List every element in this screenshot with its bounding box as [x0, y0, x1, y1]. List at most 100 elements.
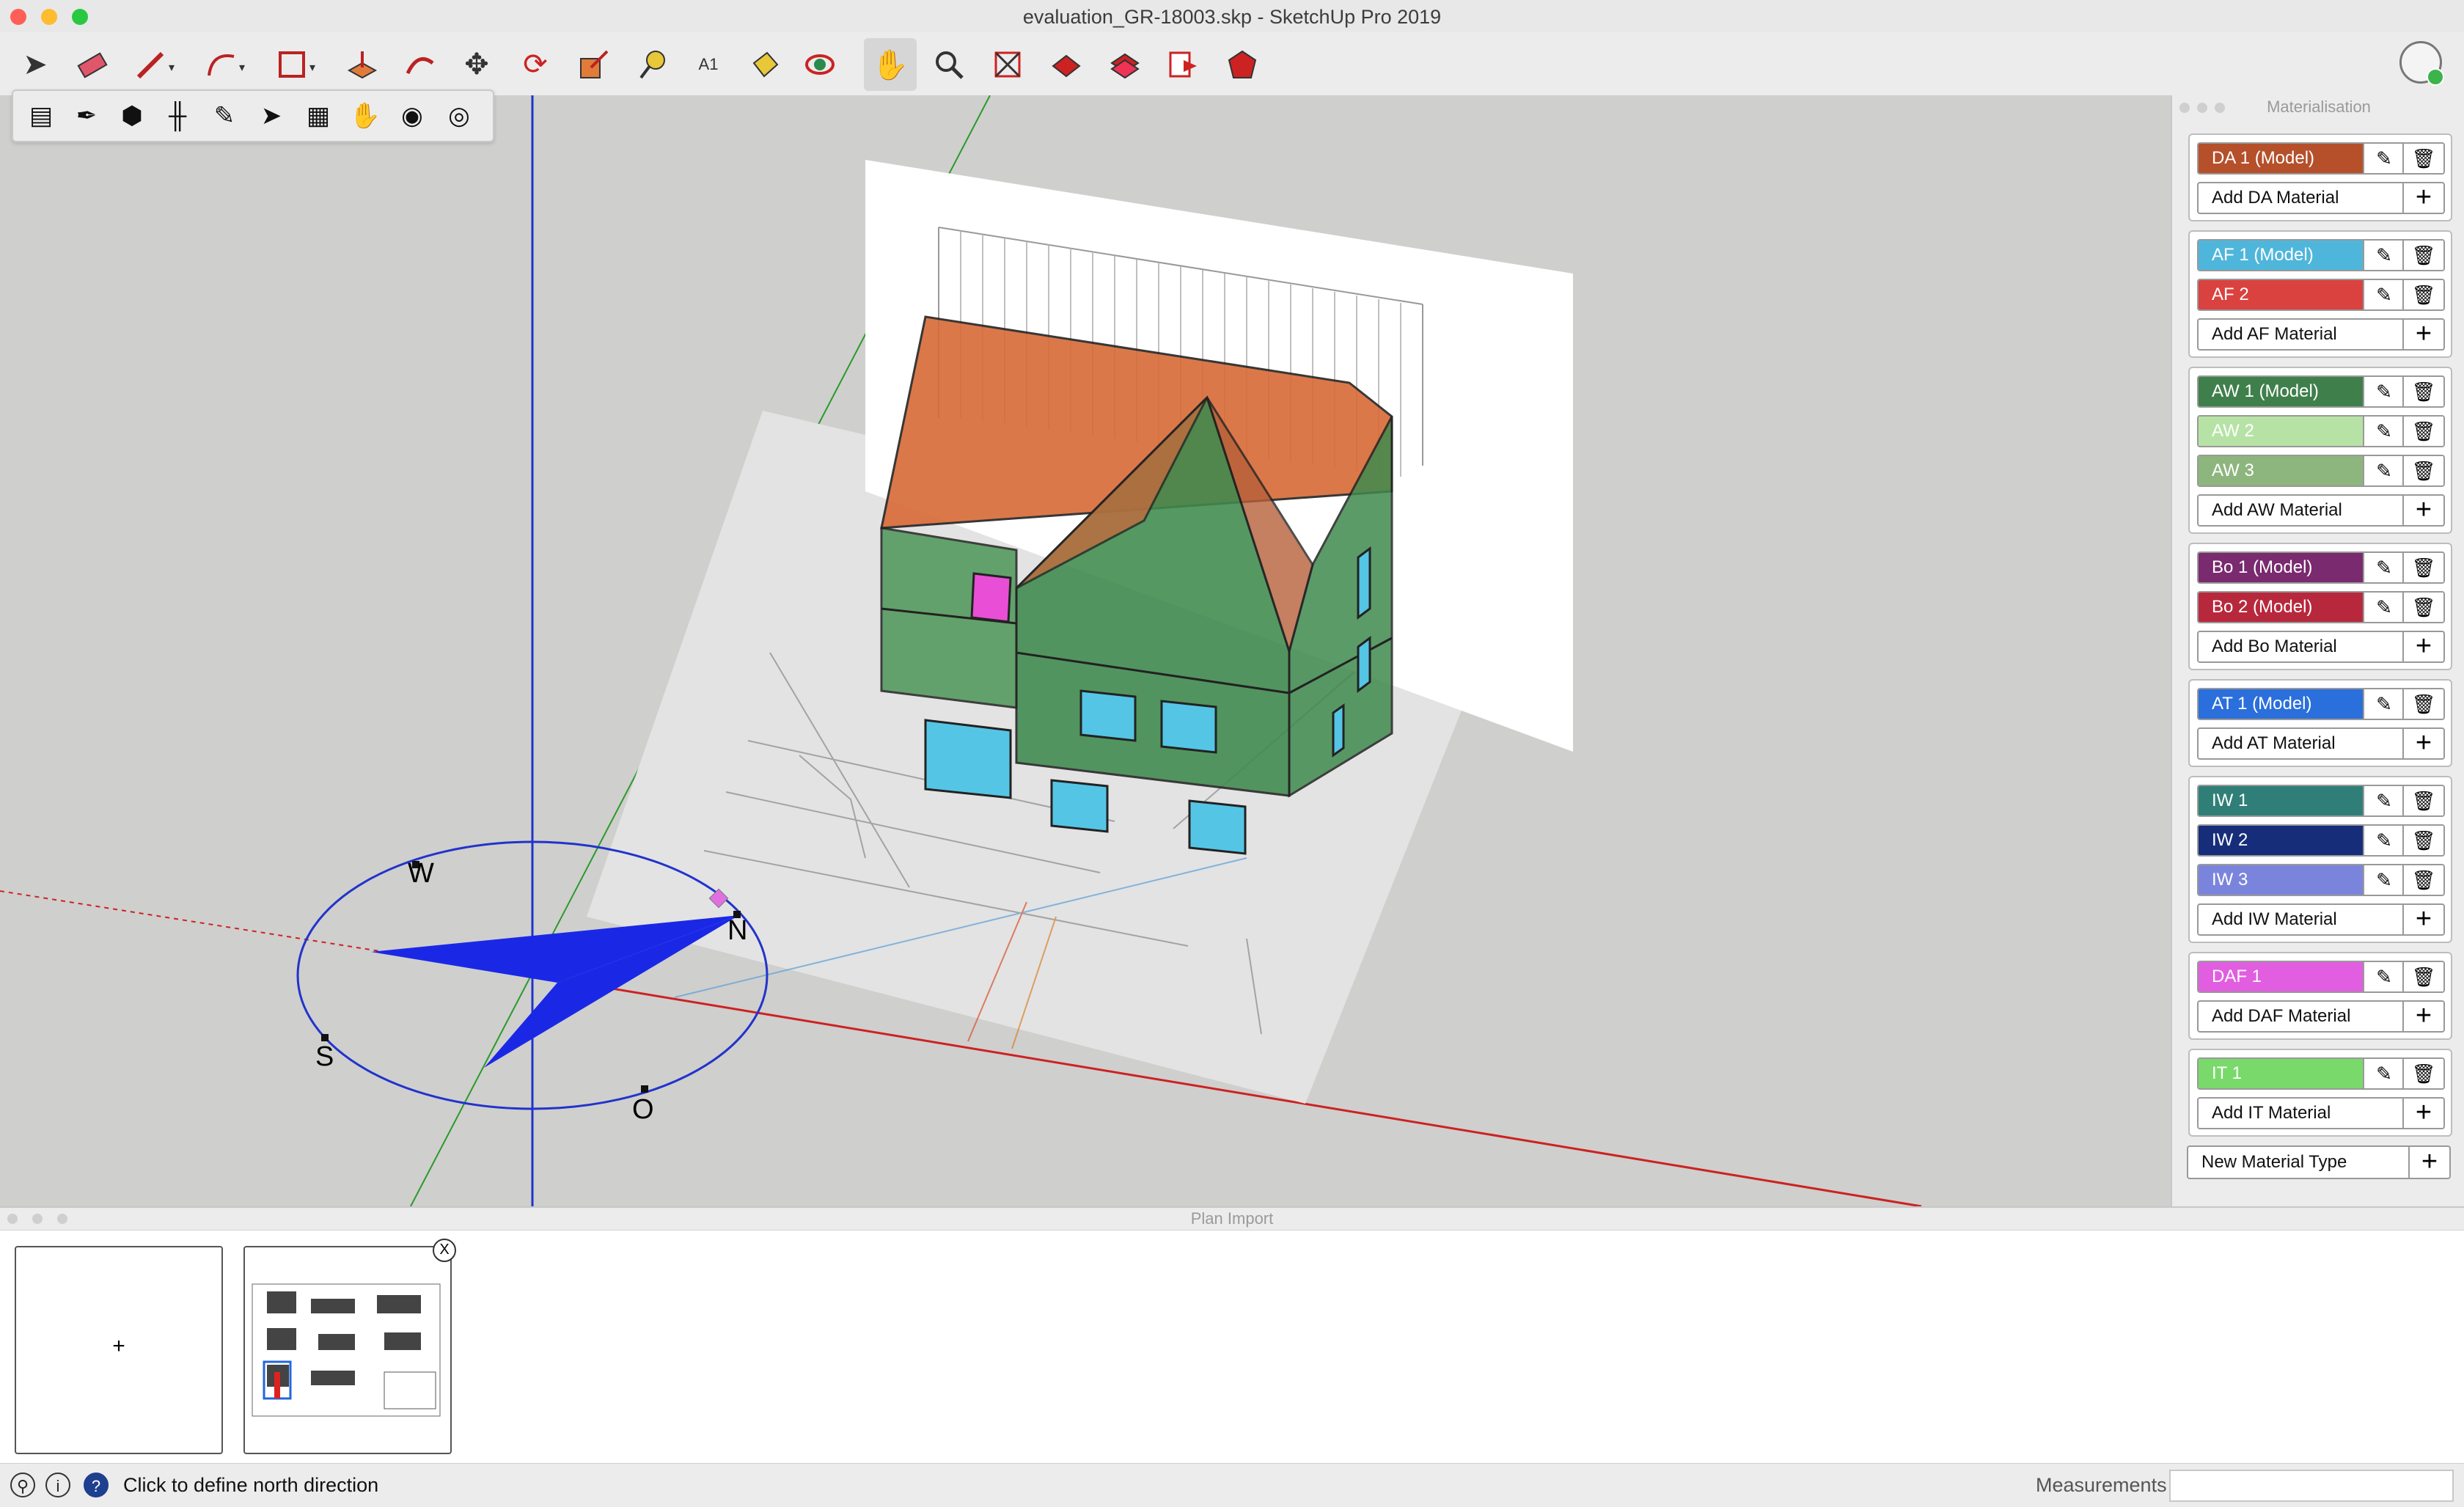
text-icon[interactable]: A1	[682, 38, 735, 91]
trash-icon[interactable]: 🗑	[2402, 962, 2443, 991]
trash-icon[interactable]: 🗑	[2402, 826, 2443, 855]
zoom-icon[interactable]	[923, 38, 975, 91]
material-label[interactable]: Bo 1 (Model)	[2199, 553, 2363, 582]
plan-thumbnail[interactable]	[243, 1246, 452, 1454]
plus-icon[interactable]: +	[2402, 183, 2443, 213]
add-material-button[interactable]: Add DAF Material +	[2197, 1000, 2445, 1033]
help-icon[interactable]: ?	[84, 1473, 109, 1497]
material-row[interactable]: IT 1 ✎ 🗑	[2197, 1057, 2445, 1090]
new-material-type-button[interactable]: New Material Type +	[2187, 1145, 2451, 1179]
trash-icon[interactable]: 🗑	[2402, 865, 2443, 895]
book-icon[interactable]: ▤	[22, 97, 60, 135]
eyedropper-icon[interactable]: ✎	[2363, 826, 2404, 855]
measurements-input[interactable]	[2169, 1470, 2454, 1502]
add-plan-tile[interactable]: +	[15, 1246, 223, 1454]
trash-icon[interactable]: 🗑	[2402, 144, 2443, 173]
material-row[interactable]: AF 2 ✎ 🗑	[2197, 279, 2445, 311]
fence-icon[interactable]: ╫	[158, 97, 197, 135]
warehouse-icon[interactable]	[1040, 38, 1093, 91]
geo-location-icon[interactable]: ⚲	[10, 1473, 35, 1497]
material-row[interactable]: IW 3 ✎ 🗑	[2197, 864, 2445, 896]
view-eye-alt-icon[interactable]: ◎	[440, 97, 478, 135]
add-material-button[interactable]: Add Bo Material +	[2197, 631, 2445, 663]
add-material-button[interactable]: Add AT Material +	[2197, 727, 2445, 760]
trash-icon[interactable]: 🗑	[2402, 1059, 2443, 1088]
add-material-button[interactable]: Add AW Material +	[2197, 494, 2445, 527]
material-row[interactable]: DA 1 (Model) ✎ 🗑	[2197, 142, 2445, 175]
eyedropper-icon[interactable]: ✎	[2363, 377, 2404, 406]
material-row[interactable]: DAF 1 ✎ 🗑	[2197, 961, 2445, 993]
material-label[interactable]: Bo 2 (Model)	[2199, 593, 2363, 622]
eyedropper-icon[interactable]: ✎	[2363, 689, 2404, 719]
layout-icon[interactable]	[1157, 38, 1210, 91]
eyedropper-icon[interactable]: ✎	[2363, 865, 2404, 895]
plus-icon[interactable]: +	[2402, 1099, 2443, 1128]
eyedropper-icon[interactable]: ✎	[2363, 280, 2404, 309]
rectangle-icon[interactable]: ▾	[265, 38, 318, 91]
model-viewport[interactable]: W N S O	[0, 95, 2171, 1206]
plus-icon[interactable]: +	[2402, 729, 2443, 758]
extension-manager-icon[interactable]	[1216, 38, 1269, 91]
select-icon[interactable]: ➤	[9, 38, 62, 91]
paint-bucket-icon[interactable]	[738, 38, 791, 91]
material-label[interactable]: IW 3	[2199, 865, 2363, 895]
material-row[interactable]: AW 3 ✎ 🗑	[2197, 455, 2445, 487]
push-pull-icon[interactable]	[336, 38, 389, 91]
add-material-button[interactable]: Add IT Material +	[2197, 1097, 2445, 1129]
trash-icon[interactable]: 🗑	[2402, 280, 2443, 309]
rotate-icon[interactable]: ⟳	[509, 38, 562, 91]
eyedropper-icon[interactable]: ✎	[2363, 593, 2404, 622]
follow-me-icon[interactable]	[393, 38, 446, 91]
pencil-icon[interactable]: ▾	[125, 38, 177, 91]
navigate-icon[interactable]: ➤	[252, 97, 290, 135]
material-row[interactable]: Bo 2 (Model) ✎ 🗑	[2197, 591, 2445, 623]
eyedropper-icon[interactable]: ✎	[2363, 456, 2404, 485]
eyedropper-icon[interactable]: ✎	[2363, 786, 2404, 815]
trash-icon[interactable]: 🗑	[2402, 377, 2443, 406]
trash-icon[interactable]: 🗑	[2402, 689, 2443, 719]
pan-icon[interactable]: ✋	[864, 38, 917, 91]
eyedropper-icon[interactable]: ✎	[2363, 417, 2404, 446]
account-icon[interactable]	[2399, 41, 2444, 86]
material-label[interactable]: AW 1 (Model)	[2199, 377, 2363, 406]
arc-icon[interactable]: ▾	[195, 38, 248, 91]
material-label[interactable]: AW 2	[2199, 417, 2363, 446]
panel-max-dot[interactable]	[57, 1214, 67, 1224]
eyedropper-icon[interactable]: ✎	[2363, 962, 2404, 991]
extension-warehouse-icon[interactable]	[1099, 38, 1151, 91]
trash-icon[interactable]: 🗑	[2402, 593, 2443, 622]
material-label[interactable]: DA 1 (Model)	[2199, 144, 2363, 173]
pen-select-icon[interactable]: ✒	[67, 97, 106, 135]
measure-pen-icon[interactable]: ✎	[205, 97, 243, 135]
orbit-icon[interactable]	[793, 38, 846, 91]
plus-icon[interactable]: +	[2402, 632, 2443, 661]
plus-icon[interactable]: +	[2402, 496, 2443, 525]
eraser-icon[interactable]	[66, 38, 119, 91]
add-material-button[interactable]: Add DA Material +	[2197, 182, 2445, 214]
move-icon[interactable]: ✥	[450, 38, 503, 91]
material-row[interactable]: IW 1 ✎ 🗑	[2197, 785, 2445, 817]
plus-icon[interactable]: +	[2402, 1002, 2443, 1031]
panel-min-dot[interactable]	[32, 1214, 43, 1224]
eyedropper-icon[interactable]: ✎	[2363, 1059, 2404, 1088]
material-row[interactable]: Bo 1 (Model) ✎ 🗑	[2197, 551, 2445, 584]
trash-icon[interactable]: 🗑	[2402, 417, 2443, 446]
plus-icon[interactable]: +	[2408, 1147, 2449, 1178]
eyedropper-icon[interactable]: ✎	[2363, 144, 2404, 173]
eyedropper-icon[interactable]: ✎	[2363, 241, 2404, 270]
plus-icon[interactable]: +	[2402, 905, 2443, 934]
trash-icon[interactable]: 🗑	[2402, 786, 2443, 815]
material-row[interactable]: AW 1 (Model) ✎ 🗑	[2197, 375, 2445, 408]
add-material-button[interactable]: Add IW Material +	[2197, 903, 2445, 936]
material-label[interactable]: AW 3	[2199, 456, 2363, 485]
scale-icon[interactable]	[568, 38, 620, 91]
tape-measure-icon[interactable]	[626, 38, 679, 91]
view-eye-icon[interactable]: ◉	[393, 97, 431, 135]
material-label[interactable]: AT 1 (Model)	[2199, 689, 2363, 719]
material-label[interactable]: AF 1 (Model)	[2199, 241, 2363, 270]
material-label[interactable]: IT 1	[2199, 1059, 2363, 1088]
remove-plan-button[interactable]: X	[433, 1239, 456, 1262]
eyedropper-icon[interactable]: ✎	[2363, 553, 2404, 582]
material-label[interactable]: IW 2	[2199, 826, 2363, 855]
grid-icon[interactable]: ▦	[299, 97, 337, 135]
